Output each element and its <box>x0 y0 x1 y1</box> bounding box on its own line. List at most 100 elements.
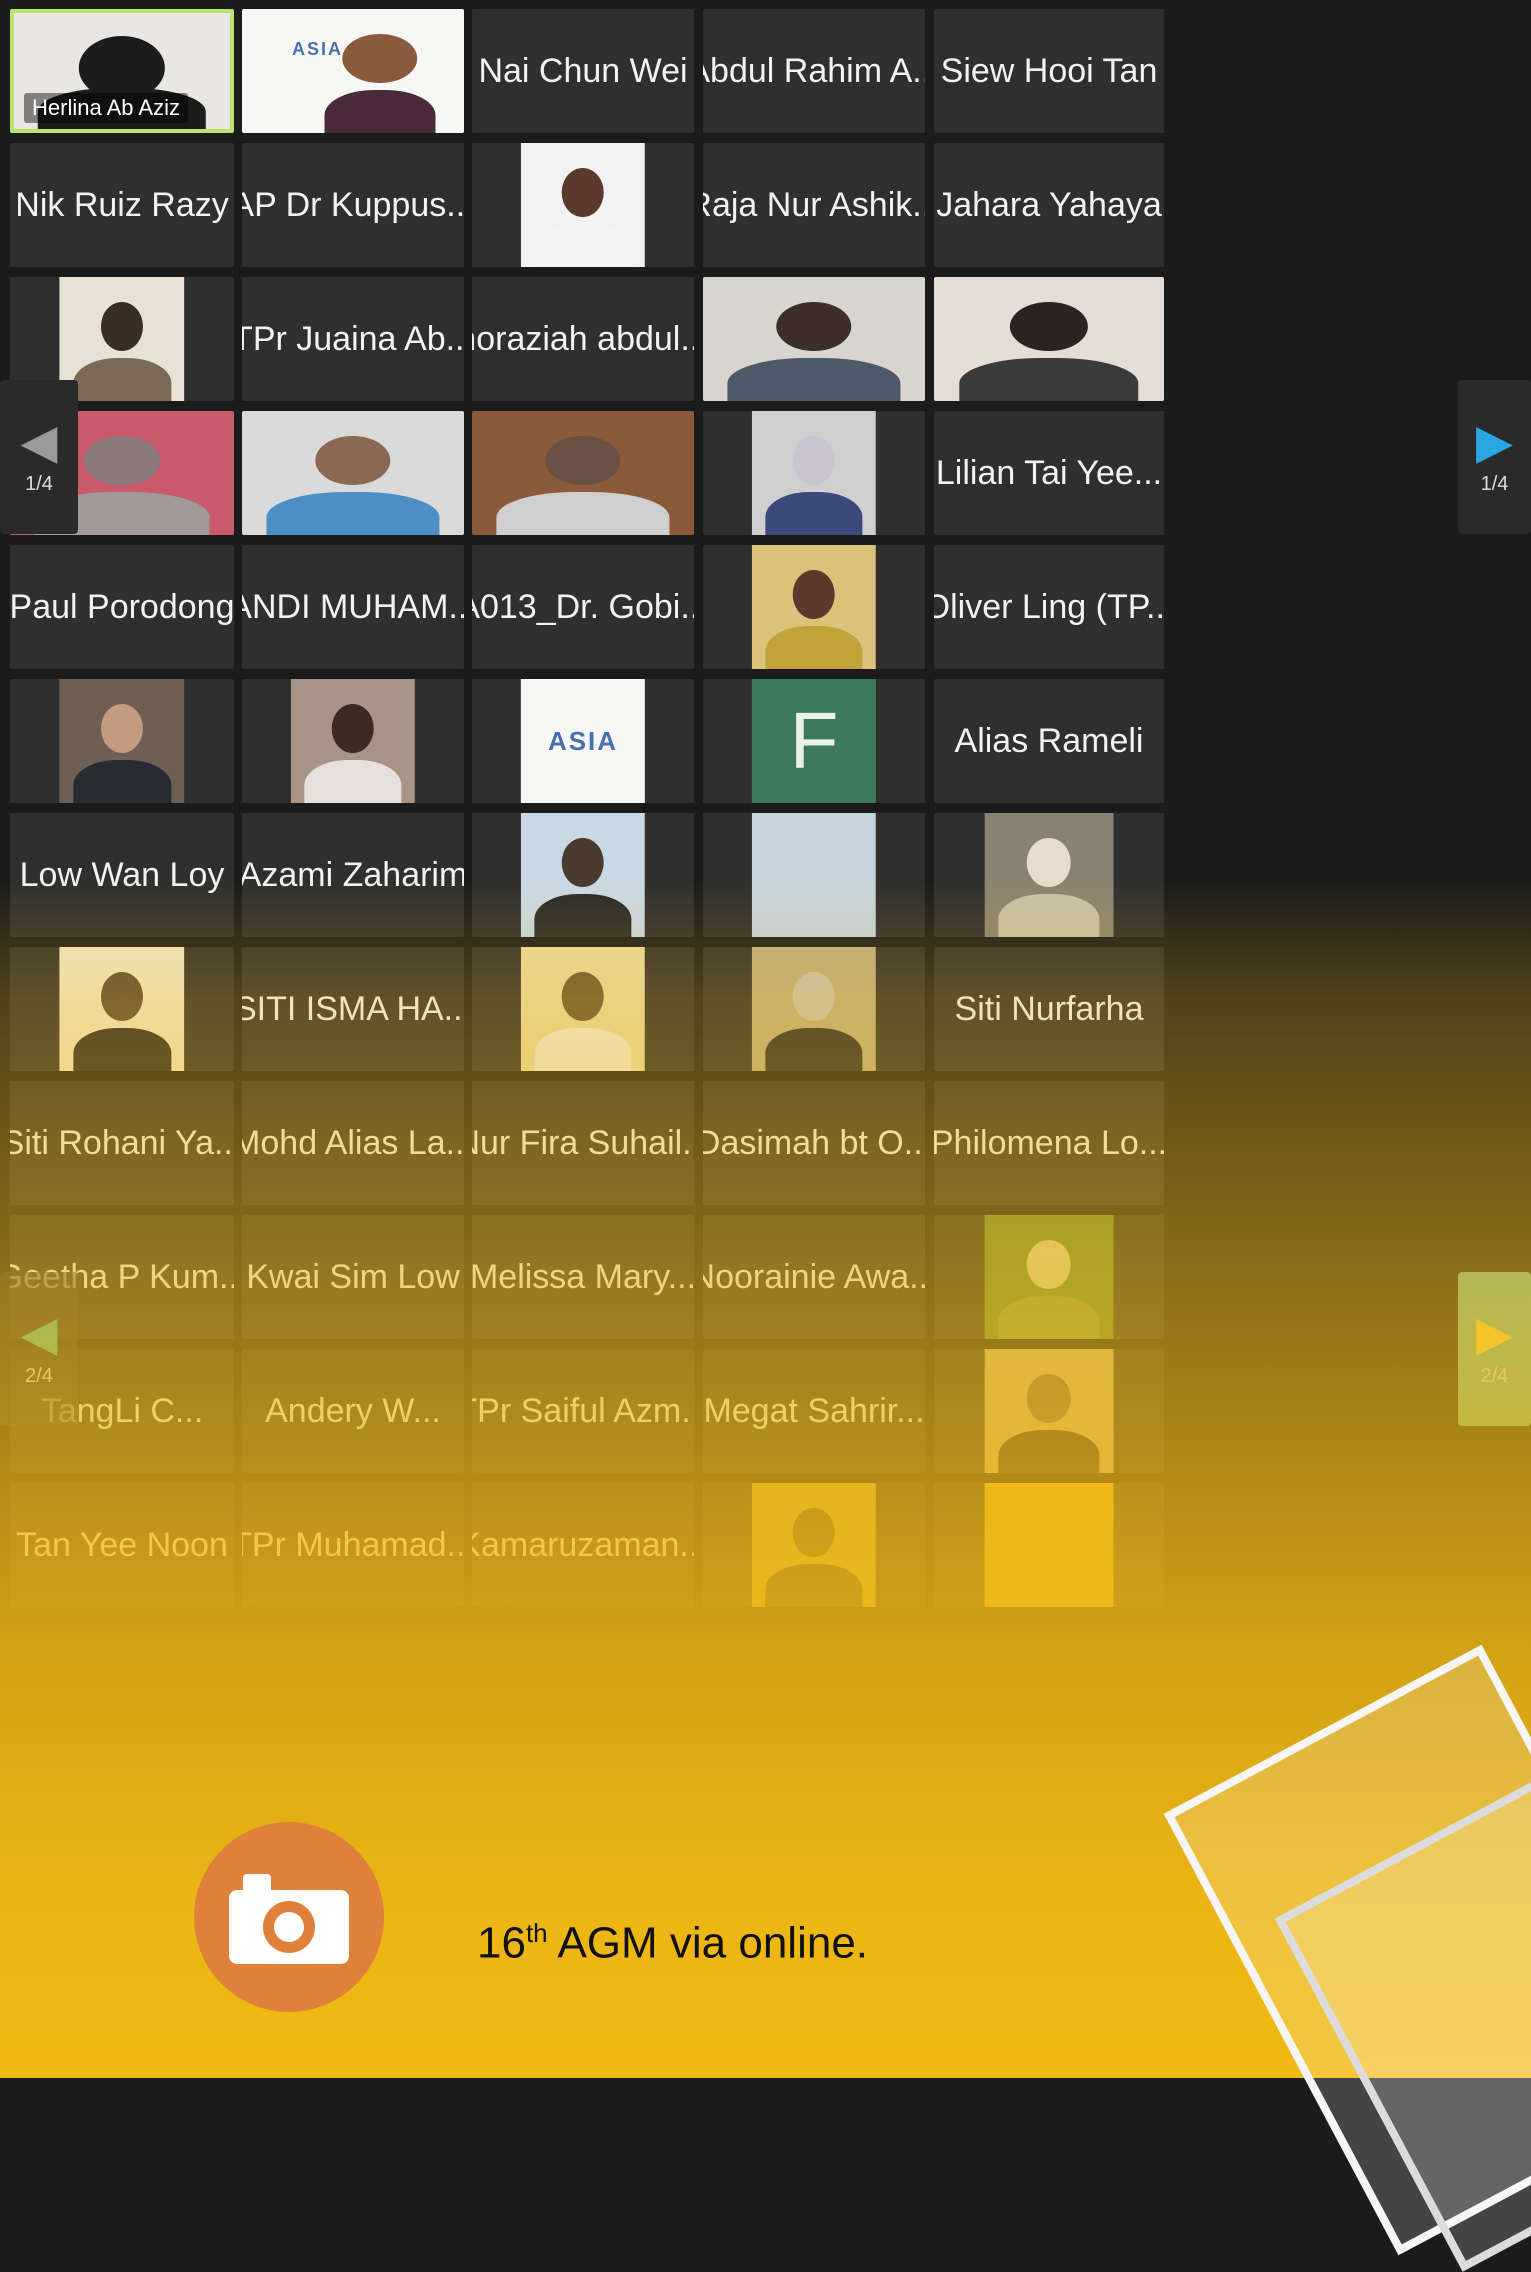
next-page-button-top[interactable]: ▶ 1/4 <box>1458 380 1531 534</box>
participant-photo-tile[interactable] <box>934 1483 1164 1607</box>
participant-name: Oliver Ling (TP... <box>934 587 1164 626</box>
participant-logo-tile[interactable]: ASIA <box>472 679 694 803</box>
participant-head <box>1027 1373 1071 1424</box>
participant-photo-tile[interactable] <box>472 143 694 267</box>
participant-name: Nur Fira Suhail... <box>472 1123 694 1162</box>
beach-image <box>751 813 877 937</box>
participant-name: Raja Nur Ashik... <box>703 185 925 224</box>
participant-name: TPr Muhamad... <box>242 1525 464 1564</box>
caption-number: 16 <box>477 1918 526 1968</box>
participant-body <box>324 89 436 133</box>
participant-video-tile[interactable] <box>242 411 464 535</box>
chevron-left-icon: ◀ <box>20 1307 58 1361</box>
participant-photo-tile[interactable] <box>703 411 925 535</box>
participant-video-tile[interactable]: Herlina Ab Aziz <box>10 9 234 133</box>
participant-head <box>561 971 605 1022</box>
participant-head <box>792 971 836 1022</box>
participant-photo-tile[interactable] <box>472 813 694 937</box>
participant-tile[interactable]: Abdul Rahim A... <box>703 9 925 133</box>
participant-body <box>998 1295 1100 1339</box>
participant-logo-tile[interactable]: ASIA <box>242 9 464 133</box>
participant-tile[interactable]: Melissa Mary... <box>472 1215 694 1339</box>
participant-tile[interactable]: A013_Dr. Gobi... <box>472 545 694 669</box>
participant-tile[interactable]: Lilian Tai Yee... <box>934 411 1164 535</box>
participant-name: noraziah abdul... <box>472 319 694 358</box>
participant-tile[interactable]: TPr Saiful Azm... <box>472 1349 694 1473</box>
participant-video-tile[interactable] <box>703 277 925 401</box>
participant-name: Melissa Mary... <box>472 1257 694 1296</box>
participant-tile[interactable]: Alias Rameli <box>934 679 1164 803</box>
participant-tile[interactable]: Kamaruzaman... <box>472 1483 694 1607</box>
participant-photo-tile[interactable] <box>242 679 464 803</box>
participant-tile[interactable]: Jahara Yahaya <box>934 143 1164 267</box>
participant-photo-tile[interactable] <box>703 545 925 669</box>
participant-name: Paul Porodong <box>10 587 234 626</box>
participant-video-tile[interactable] <box>472 411 694 535</box>
participant-name: Andery W... <box>265 1391 441 1430</box>
participant-tile[interactable]: Azami Zaharim <box>242 813 464 937</box>
chevron-right-icon: ▶ <box>1476 415 1513 469</box>
prev-page-button-top[interactable]: ◀ 1/4 <box>0 380 78 534</box>
caption-text: 16th AGM via online. <box>477 1918 868 1969</box>
participant-photo-tile[interactable] <box>703 947 925 1071</box>
participant-body <box>73 357 171 401</box>
caption-ordinal: th <box>525 1918 548 1948</box>
participant-photo-tile[interactable] <box>472 947 694 1071</box>
participant-tile[interactable]: Mohd Alias La... <box>242 1081 464 1205</box>
participant-tile[interactable]: TPr Muhamad... <box>242 1483 464 1607</box>
participant-tile[interactable]: Megat Sahrir... <box>703 1349 925 1473</box>
participant-tile[interactable]: Siew Hooi Tan <box>934 9 1164 133</box>
participant-tile[interactable]: Andery W... <box>242 1349 464 1473</box>
participant-tile[interactable]: Siti Nurfarha <box>934 947 1164 1071</box>
participant-head <box>331 703 375 754</box>
man-red-tie-image <box>520 143 646 267</box>
next-page-button-bottom[interactable]: ▶ 2/4 <box>1458 1272 1531 1426</box>
participant-name: Mohd Alias La... <box>242 1123 464 1162</box>
participant-tile[interactable]: Nur Fira Suhail... <box>472 1081 694 1205</box>
page-indicator-left-top: 1/4 <box>25 472 53 495</box>
participant-tile[interactable]: Nai Chun Wei <box>472 9 694 133</box>
participant-tile[interactable]: Nik Ruiz Razy <box>10 143 234 267</box>
man-elder-image <box>751 947 877 1071</box>
participant-body <box>304 759 402 803</box>
participant-video-tile[interactable] <box>934 277 1164 401</box>
participant-tile[interactable]: Siti Rohani Ya... <box>10 1081 234 1205</box>
participant-head <box>100 703 144 754</box>
participant-head <box>561 167 605 218</box>
participant-photo-tile[interactable] <box>934 813 1164 937</box>
decorative-photo-frames <box>1163 1620 1531 2272</box>
participant-tile[interactable]: AP Dr Kuppus... <box>242 143 464 267</box>
participant-name: Abdul Rahim A... <box>703 51 925 90</box>
participant-tile[interactable]: Kwai Sim Low <box>242 1215 464 1339</box>
participant-tile[interactable]: Noorainie Awa... <box>703 1215 925 1339</box>
participant-photo-tile[interactable] <box>10 947 234 1071</box>
letter-avatar: F <box>751 679 877 803</box>
participant-photo-tile[interactable] <box>934 1215 1164 1339</box>
chevron-left-icon: ◀ <box>20 415 58 469</box>
participant-tile[interactable]: Philomena Lo... <box>934 1081 1164 1205</box>
participant-name: Kamaruzaman... <box>472 1525 694 1564</box>
woman-smiling-image <box>290 679 416 803</box>
participant-photo-tile[interactable] <box>10 679 234 803</box>
participant-tile[interactable]: SITI ISMA HA... <box>242 947 464 1071</box>
image-background <box>751 813 877 937</box>
man-portrait-image <box>984 1349 1114 1473</box>
participant-photo-tile[interactable] <box>703 813 925 937</box>
participant-photo-tile[interactable] <box>703 1483 925 1607</box>
participant-tile[interactable]: Paul Porodong <box>10 545 234 669</box>
participant-tile[interactable]: Dasimah bt O... <box>703 1081 925 1205</box>
participant-avatar-tile[interactable]: F <box>703 679 925 803</box>
participant-tile[interactable]: Low Wan Loy <box>10 813 234 937</box>
participant-tile[interactable]: Oliver Ling (TP... <box>934 545 1164 669</box>
participant-tile[interactable]: noraziah abdul... <box>472 277 694 401</box>
participant-name: Megat Sahrir... <box>703 1391 925 1430</box>
prev-page-button-bottom[interactable]: ◀ 2/4 <box>0 1272 78 1426</box>
participant-head <box>100 301 144 352</box>
participant-tile[interactable]: Raja Nur Ashik... <box>703 143 925 267</box>
participant-body <box>959 357 1139 401</box>
participant-tile[interactable]: TPr Juaina Ab... <box>242 277 464 401</box>
participant-tile[interactable]: Tan Yee Noon <box>10 1483 234 1607</box>
participant-photo-tile[interactable] <box>934 1349 1164 1473</box>
participant-body <box>266 491 440 535</box>
participant-tile[interactable]: ANDI MUHAM... <box>242 545 464 669</box>
